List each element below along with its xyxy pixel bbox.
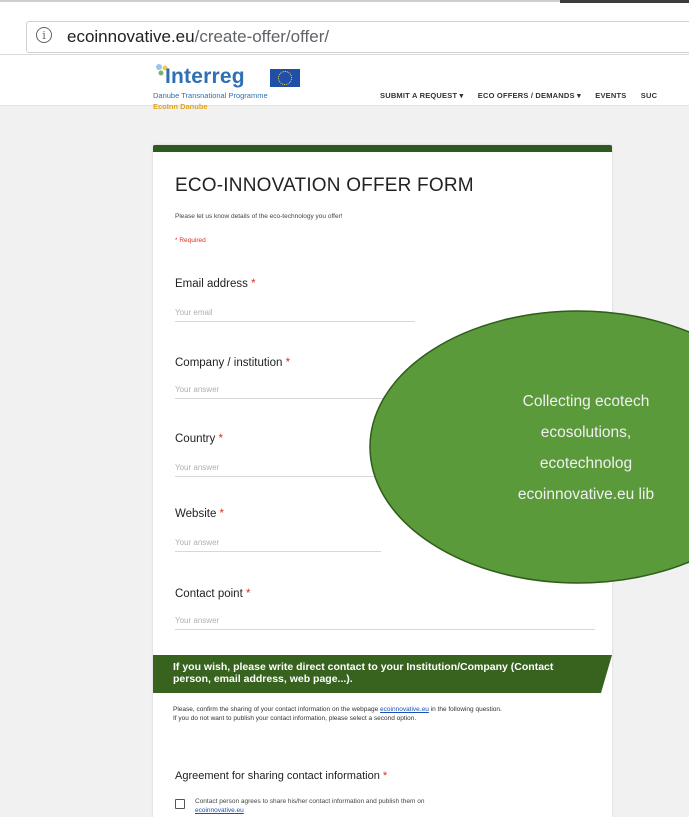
email-label: Email address * <box>175 278 256 290</box>
nav-submit-request[interactable]: SUBMIT A REQUEST ▾ <box>380 91 463 100</box>
website-field[interactable]: Your answer <box>175 538 381 552</box>
eu-flag-icon <box>270 69 300 87</box>
country-label: Country * <box>175 433 223 445</box>
tab-strip-edge <box>560 0 689 3</box>
info-icon[interactable]: i <box>36 27 52 43</box>
nav-success[interactable]: SUC <box>641 91 657 100</box>
logo-title: Interreg <box>165 65 245 88</box>
required-note: * Required <box>175 237 206 244</box>
email-field[interactable]: Your email <box>175 308 415 322</box>
main-nav: SUBMIT A REQUEST ▾ ECO OFFERS / DEMANDS … <box>380 91 669 100</box>
url-path: /create-offer/offer/ <box>194 27 330 46</box>
contact-banner: If you wish, please write direct contact… <box>153 655 612 693</box>
url-text[interactable]: ecoinnovative.eu/create-offer/offer/ <box>67 27 329 47</box>
confirm-link[interactable]: ecoinnovative.eu <box>380 706 429 713</box>
agreement-checkbox[interactable] <box>175 799 185 809</box>
contact-point-label: Contact point * <box>175 588 251 600</box>
site-header: Interreg Danube Transnational Programme … <box>0 55 689 111</box>
contact-point-field[interactable]: Your answer <box>175 616 595 630</box>
nav-events[interactable]: EVENTS <box>595 91 626 100</box>
agreement-link[interactable]: ecoinnovative.eu <box>195 807 244 814</box>
agreement-option-text: Contact person agrees to share his/her c… <box>195 798 425 814</box>
website-label: Website * <box>175 508 225 520</box>
url-box[interactable]: i ecoinnovative.eu/create-offer/offer/ <box>26 21 689 53</box>
company-label: Company / institution * <box>175 357 291 369</box>
callout-text: Collecting ecotech ecosolutions, ecotech… <box>517 393 655 503</box>
confirm-text: Please, confirm the sharing of your cont… <box>173 706 502 722</box>
logo-project: EcoInn Danube <box>153 102 208 111</box>
url-domain: ecoinnovative.eu <box>67 27 195 46</box>
nav-eco-offers[interactable]: ECO OFFERS / DEMANDS ▾ <box>478 91 581 100</box>
form-title: ECO-INNOVATION OFFER FORM <box>175 175 474 196</box>
interreg-logo[interactable]: Interreg Danube Transnational Programme … <box>153 63 313 123</box>
browser-top-strip <box>0 0 689 8</box>
form-description: Please let us know details of the eco-te… <box>175 213 343 220</box>
logo-programme: Danube Transnational Programme <box>153 91 268 100</box>
banner-text: If you wish, please write direct contact… <box>173 661 554 685</box>
agreement-label: Agreement for sharing contact informatio… <box>175 770 388 782</box>
browser-address-bar: i ecoinnovative.eu/create-offer/offer/ <box>0 8 689 55</box>
